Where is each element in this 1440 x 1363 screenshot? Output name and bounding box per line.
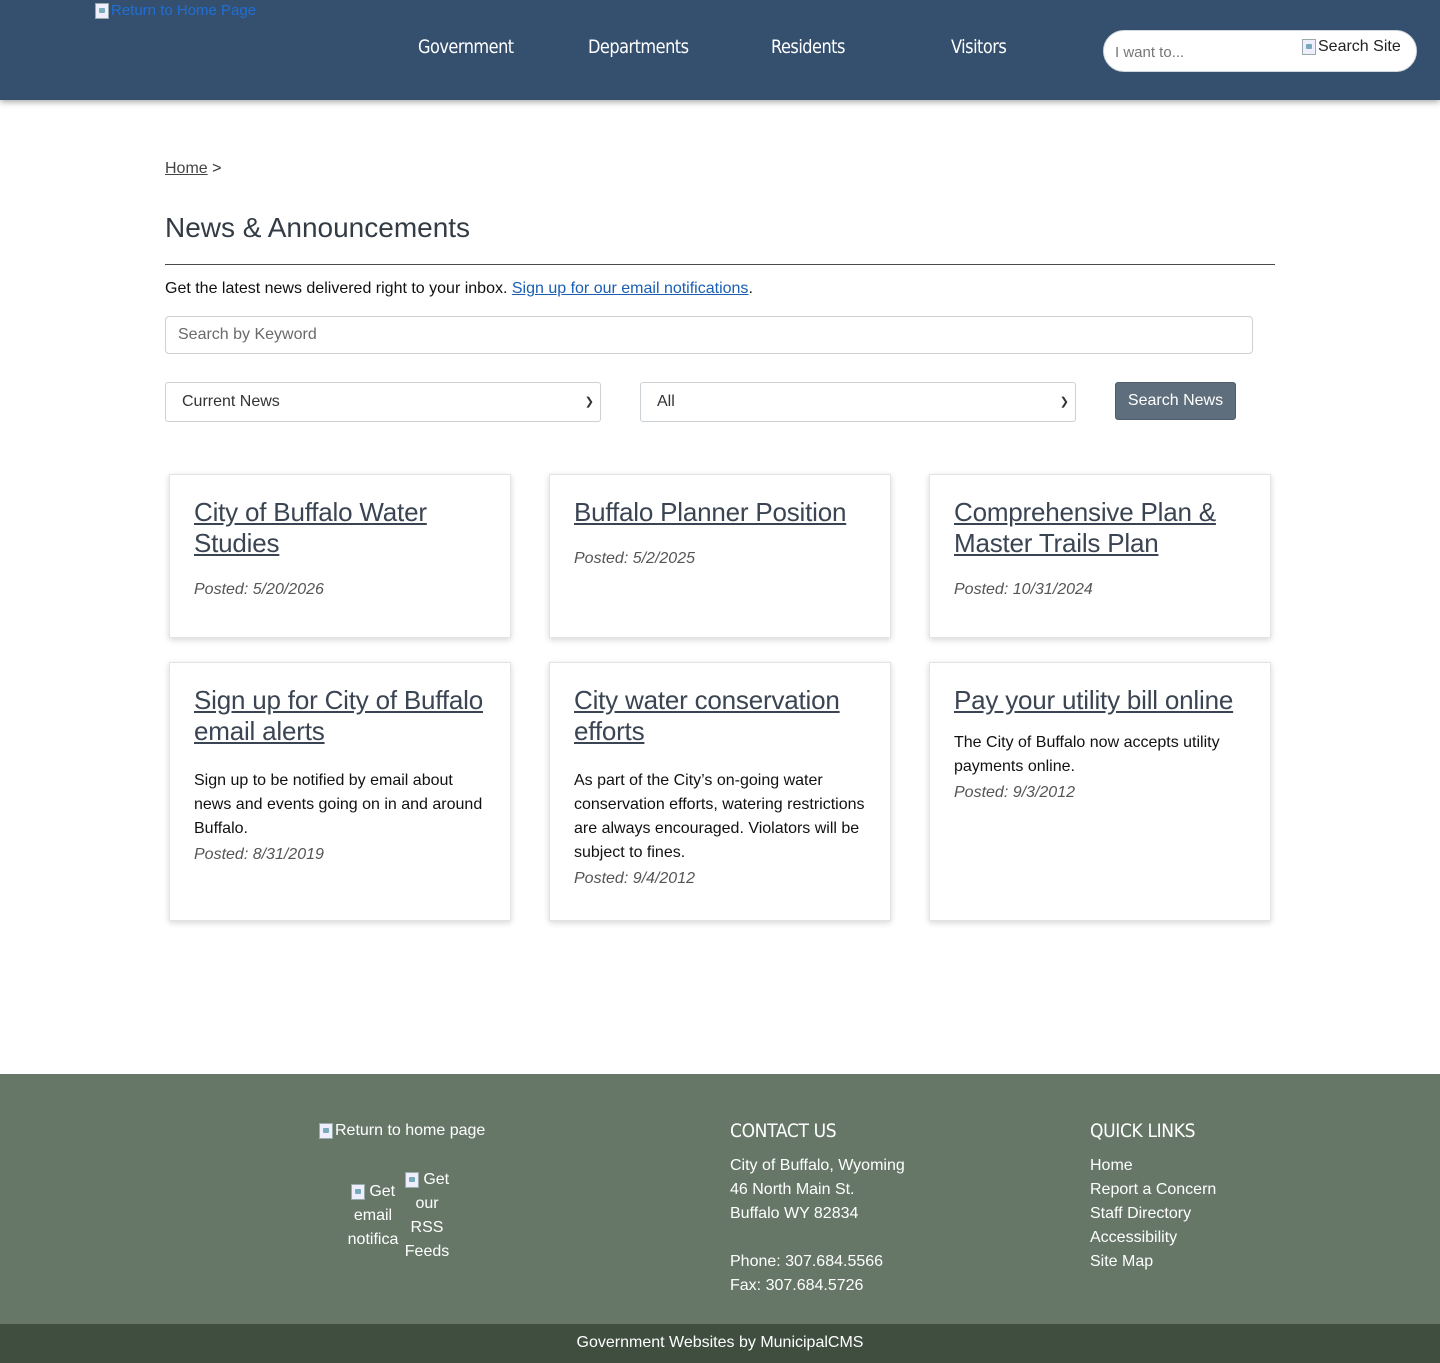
type-select[interactable]: All ❯ [640, 382, 1076, 422]
news-card-summary: The City of Buffalo now accepts utility … [954, 734, 1220, 775]
nav-residents[interactable]: Residents [771, 30, 845, 64]
category-select-value: Current News [182, 393, 280, 410]
site-search-button-label: Search Site [1318, 38, 1401, 55]
credit-link[interactable]: Government Websites by MunicipalCMS [577, 1334, 864, 1351]
news-card-title[interactable]: Sign up for City of Buffalo email alerts [194, 685, 486, 747]
chevron-down-icon: ❯ [1059, 396, 1069, 408]
contact-heading: CONTACT US [730, 1120, 837, 1142]
page-title: News & Announcements [165, 212, 471, 243]
news-card: Sign up for City of Buffalo email alerts… [169, 662, 511, 921]
quick-link-report-concern[interactable]: Report a Concern [1090, 1178, 1216, 1202]
broken-image-icon [95, 2, 109, 19]
site-header: Return to Home Page Government Departmen… [0, 0, 1440, 100]
news-card-title[interactable]: Pay your utility bill online [954, 685, 1246, 716]
intro-text-body: Get the latest news delivered right to y… [165, 280, 508, 297]
contact-info: City of Buffalo, Wyoming 46 North Main S… [730, 1154, 905, 1298]
quick-links-heading: QUICK LINKS [1090, 1120, 1196, 1142]
home-logo-link[interactable]: Return to Home Page [95, 2, 256, 19]
news-card-date: Posted: 5/2/2025 [574, 550, 695, 567]
broken-image-icon [319, 1123, 333, 1139]
news-card-title[interactable]: City of Buffalo Water Studies [194, 497, 486, 559]
news-card-title[interactable]: Comprehensive Plan & Master Trails Plan [954, 497, 1246, 559]
title-divider [165, 264, 1275, 265]
keyword-search-input[interactable] [165, 316, 1253, 354]
news-card-date: Posted: 8/31/2019 [194, 846, 324, 863]
search-icon [1302, 39, 1316, 55]
breadcrumb-separator: > [212, 160, 222, 177]
site-search-input[interactable] [1115, 40, 1295, 64]
breadcrumb: Home > [165, 160, 221, 178]
news-card: City of Buffalo Water Studies Posted: 5/… [169, 474, 511, 638]
intro-text-end: . [748, 280, 753, 297]
site-footer: Return to home page Get email notifica G… [0, 1074, 1440, 1324]
news-card-date: Posted: 9/3/2012 [954, 784, 1075, 801]
home-logo-alt: Return to Home Page [111, 2, 257, 19]
contact-street: 46 North Main St. [730, 1181, 855, 1198]
bottom-credit-bar: Government Websites by MunicipalCMS [0, 1324, 1440, 1363]
site-search-button[interactable]: Search Site [1302, 38, 1401, 56]
news-card-title[interactable]: Buffalo Planner Position [574, 497, 866, 528]
footer-home-logo-link[interactable]: Return to home page [319, 1122, 485, 1140]
site-search: Search Site [1103, 30, 1417, 72]
chevron-down-icon: ❯ [584, 396, 594, 408]
rss-feeds-icon-link[interactable]: Get our RSS Feeds [401, 1168, 453, 1264]
contact-name: City of Buffalo, Wyoming [730, 1157, 905, 1174]
news-card: Pay your utility bill online The City of… [929, 662, 1271, 921]
quick-link-site-map[interactable]: Site Map [1090, 1250, 1216, 1274]
email-notifications-icon-link[interactable]: Get email notifica [345, 1180, 401, 1252]
search-news-button[interactable]: Search News [1115, 382, 1236, 420]
intro-text: Get the latest news delivered right to y… [165, 280, 753, 298]
type-select-value: All [657, 393, 675, 410]
news-card-title[interactable]: City water conservation efforts [574, 685, 866, 747]
breadcrumb-home[interactable]: Home [165, 160, 208, 177]
quick-link-accessibility[interactable]: Accessibility [1090, 1226, 1216, 1250]
footer-logo-alt: Return to home page [335, 1122, 486, 1139]
news-card: Buffalo Planner Position Posted: 5/2/202… [549, 474, 891, 638]
nav-departments[interactable]: Departments [588, 30, 689, 64]
nav-government[interactable]: Government [418, 30, 514, 64]
nav-visitors[interactable]: Visitors [951, 30, 1007, 64]
category-select[interactable]: Current News ❯ [165, 382, 601, 422]
quick-link-home[interactable]: Home [1090, 1154, 1216, 1178]
quick-links-list: Home Report a Concern Staff Directory Ac… [1090, 1154, 1216, 1274]
main-nav: Government Departments Residents Visitor… [0, 30, 1100, 66]
email-signup-link[interactable]: Sign up for our email notifications [512, 280, 749, 297]
email-icon [350, 1183, 365, 1200]
news-card-date: Posted: 5/20/2026 [194, 581, 324, 598]
news-card-date: Posted: 9/4/2012 [574, 870, 695, 887]
contact-phone: Phone: 307.684.5566 [730, 1253, 884, 1270]
contact-fax: Fax: 307.684.5726 [730, 1277, 864, 1294]
news-card-summary: Sign up to be notified by email about ne… [194, 772, 483, 837]
rss-icon [404, 1171, 419, 1188]
quick-link-staff-directory[interactable]: Staff Directory [1090, 1202, 1216, 1226]
news-card: Comprehensive Plan & Master Trails Plan … [929, 474, 1271, 638]
news-card-summary: As part of the City’s on-going water con… [574, 772, 865, 861]
contact-city: Buffalo WY 82834 [730, 1205, 859, 1222]
news-card: City water conservation efforts As part … [549, 662, 891, 921]
news-card-date: Posted: 10/31/2024 [954, 581, 1093, 598]
